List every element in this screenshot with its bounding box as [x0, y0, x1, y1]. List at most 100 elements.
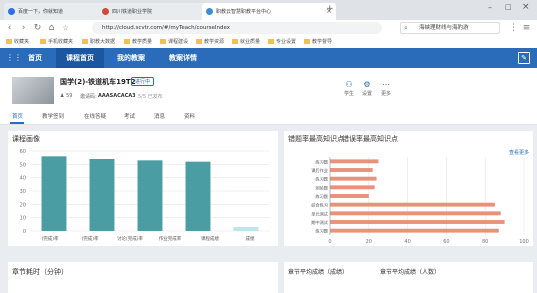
- search-icon: ⌕: [404, 24, 408, 32]
- x-tick-label: 0: [328, 239, 331, 245]
- nav-teach-design[interactable]: 教案详情: [158, 48, 208, 68]
- y-tick-label: 40: [20, 176, 26, 182]
- card-title: 章节耗时（分钟）: [12, 268, 68, 276]
- more-icon: ⋯: [382, 80, 390, 89]
- tab-signin[interactable]: 教学签到: [42, 112, 64, 120]
- y-tick-label: 综合练习: [311, 202, 328, 209]
- section-score-card: 章节平均成绩（成绩） 章节平均成绩（人数）: [284, 262, 533, 293]
- y-tick-label: 50: [20, 162, 26, 168]
- browser-tab-bar: 百度一下，你就知道 × 四川铁道职业学院 × 职教云智慧职教平台中心 × + –…: [0, 0, 537, 20]
- bookmark-item[interactable]: 教学督导: [304, 38, 332, 45]
- bar: [89, 159, 115, 231]
- course-title: 国学(2)-铁道机车19T2: [60, 78, 136, 86]
- y-tick-label: 练习题: [315, 193, 328, 200]
- y-tick-label: 测验题: [315, 184, 328, 191]
- invite-label: 邀请码:: [80, 94, 97, 100]
- y-tick-label: 10: [20, 216, 26, 222]
- browser-tab-label: 百度一下，你就知道: [18, 9, 64, 15]
- bar: [185, 161, 211, 231]
- maximize-icon[interactable]: □: [505, 3, 512, 11]
- y-tick-label: 练习题: [315, 158, 328, 165]
- bar: [137, 160, 163, 231]
- people-icon: ♟: [60, 93, 65, 99]
- bar: [330, 159, 379, 164]
- bookmark-item[interactable]: 教学质量: [124, 38, 152, 45]
- tab-materials[interactable]: 资料: [184, 112, 195, 120]
- bar: [330, 220, 505, 224]
- y-tick-label: 20: [20, 202, 26, 208]
- invite-code: AAASACACA3: [98, 93, 136, 99]
- bar: [233, 227, 259, 231]
- tab-exam[interactable]: 考试: [124, 112, 135, 120]
- course-portrait-chart: 0 10 20 30 40 50 60 (完成)率 (完成)率 讨论(完成)率 作业完成率 课程成绩 成…: [20, 149, 270, 242]
- bookmark-item[interactable]: 职教大数据: [82, 38, 115, 45]
- forward-icon[interactable]: ›: [18, 23, 29, 34]
- browser-tab-baidu[interactable]: 百度一下，你就知道 ×: [4, 3, 108, 20]
- y-tick-label: 0: [23, 229, 26, 235]
- x-tick-label: 40: [404, 239, 410, 245]
- star-icon[interactable]: ☆: [60, 23, 71, 34]
- more-action[interactable]: ⋯ 更多: [374, 80, 398, 97]
- home-icon[interactable]: ⌂: [46, 23, 57, 34]
- nav-my-teach[interactable]: 我的教案: [108, 48, 154, 68]
- x-tick-label: 100: [519, 239, 529, 245]
- bar: [330, 194, 369, 198]
- x-tick-label: (完成)率: [81, 235, 99, 242]
- active-tab-indicator: [10, 122, 24, 124]
- card-title: 章节平均成绩（人数）: [380, 269, 441, 276]
- minimize-icon[interactable]: –: [488, 3, 492, 12]
- nav-course-home[interactable]: 课程首页: [56, 48, 104, 68]
- close-window-icon[interactable]: ×: [522, 2, 530, 12]
- bookmark-item[interactable]: 手机收藏夹: [40, 38, 73, 45]
- course-portrait-card: 课程画像 0 10 20 30 40 50 60 (完成)率 (完成)率 讨论(完成)率 作业完成率…: [8, 131, 278, 246]
- bar: [330, 168, 373, 172]
- course-thumbnail: [12, 77, 54, 104]
- knowledge-point-chart: 0 20 40 60 80 100练习题课后作业练习题测验题练习题综合练习单元测试期中测试…: [311, 157, 529, 245]
- url-field[interactable]: http://cloud.scvtr.com/#/myTeach/courseI…: [92, 22, 382, 34]
- tab-home[interactable]: 首页: [12, 112, 23, 120]
- x-tick-label: (完成)率: [41, 235, 59, 242]
- tab-messages[interactable]: 消息: [154, 112, 165, 120]
- bookmark-item[interactable]: 就业质量: [232, 38, 260, 45]
- y-tick-label: 60: [20, 149, 26, 155]
- bookmark-item[interactable]: 专业设置: [268, 38, 296, 45]
- y-tick-label: 练习题: [315, 176, 328, 183]
- tab-qa[interactable]: 在线答疑: [84, 112, 106, 120]
- app-navbar: ⋮⋮ 首页 课程首页 我的教案 教案详情 ✎: [0, 48, 537, 68]
- extensions-icon[interactable]: ⋮: [508, 23, 519, 34]
- course-tabs: 首页 教学签到 在线答疑 考试 消息 资料: [0, 108, 537, 125]
- x-tick-label: 80: [482, 239, 488, 245]
- refresh-icon[interactable]: ↻: [32, 23, 43, 34]
- y-tick-label: 课后作业: [311, 167, 328, 174]
- bookmark-item[interactable]: 课程建设: [160, 38, 188, 45]
- x-tick-label: 20: [366, 239, 372, 245]
- new-tab-icon[interactable]: +: [326, 4, 334, 14]
- bar: [41, 156, 67, 231]
- section-time-card: 章节耗时（分钟）: [8, 262, 278, 293]
- x-tick-label: 60: [443, 239, 449, 245]
- back-icon[interactable]: ‹: [4, 23, 15, 34]
- knowledge-point-card: 错题率最高知识点 错误率最高知识点 查看更多 0 20 40 60 80 100 练习题 课后…: [284, 131, 533, 246]
- edit-icon[interactable]: ✎: [518, 52, 530, 64]
- y-tick-label: 单元测试: [311, 210, 329, 217]
- bookmark-item[interactable]: 收藏夹: [6, 38, 29, 45]
- browser-tab-label: 四川铁道职业学院: [112, 9, 153, 15]
- y-tick-label: 练习题: [315, 228, 328, 235]
- search-field[interactable]: ⌕ 海峡理财线与海豹游: [400, 22, 500, 34]
- baidu-icon: [8, 8, 15, 15]
- x-tick-label: 成绩: [246, 235, 255, 242]
- course-header: 国学(2)-铁道机车19T2 进行中 ♟ 59 邀请码: AAASACACA3 …: [0, 68, 537, 108]
- y-tick-label: 30: [20, 189, 26, 195]
- menu-icon[interactable]: ≡: [521, 23, 532, 34]
- school-icon: [102, 8, 109, 15]
- bar: [330, 176, 377, 181]
- browser-tab-school[interactable]: 四川铁道职业学院 ×: [98, 3, 212, 20]
- x-tick-label: 课程成绩: [201, 235, 219, 242]
- card-title: 章节平均成绩（成绩）: [288, 269, 349, 276]
- browser-tab-label: 职教云智慧职教平台中心: [216, 9, 272, 15]
- address-bar: ‹ › ↻ ⌂ ☆ http://cloud.scvtr.com/#/myTea…: [0, 20, 537, 38]
- x-tick-label: 讨论(完成)率: [117, 235, 144, 242]
- browser-tab-cloud[interactable]: 职教云智慧职教平台中心 ×: [202, 3, 336, 20]
- nav-home[interactable]: 首页: [18, 48, 52, 68]
- bookmark-item[interactable]: 教学资源: [196, 38, 224, 45]
